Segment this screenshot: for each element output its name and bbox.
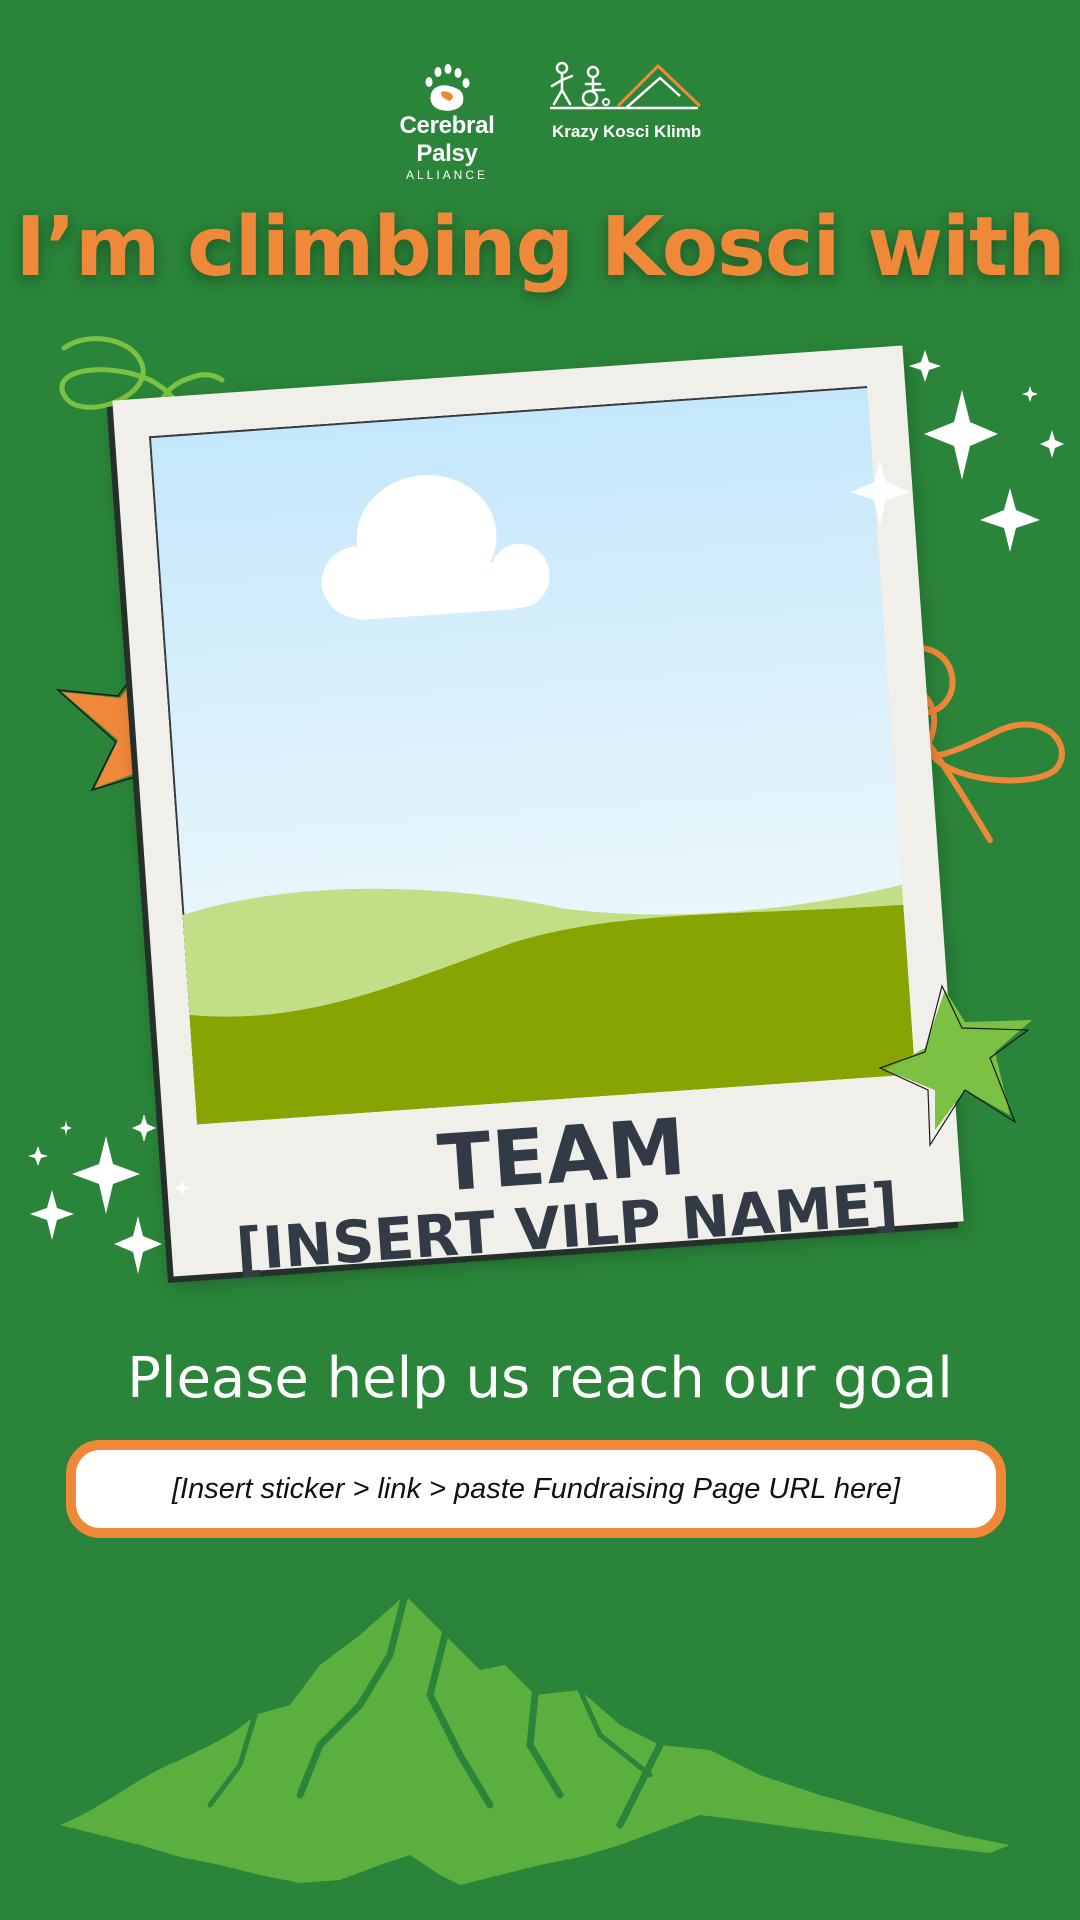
sparkle-icon xyxy=(132,1114,156,1142)
sparkle-icon xyxy=(174,1180,190,1196)
climbers-mountain-logo-icon xyxy=(550,61,702,110)
front-decorations xyxy=(28,350,1064,1274)
sparkle-icon xyxy=(114,1216,162,1274)
cpa-logo-sub: ALLIANCE xyxy=(405,168,489,182)
krazy-kosci-klimb-logo: Krazy Kosci Klimb xyxy=(548,60,708,160)
sparkle-icon xyxy=(1040,430,1064,458)
cerebral-palsy-alliance-logo: Cerebral Palsy ALLIANCE xyxy=(372,62,522,182)
headline: I’m climbing Kosci with xyxy=(15,200,1065,295)
sparkle-icon xyxy=(30,1190,74,1240)
goal-text: Please help us reach our goal xyxy=(127,1346,953,1411)
sparkle-icon xyxy=(28,1146,48,1166)
fundraising-link-placeholder[interactable]: [Insert sticker > link > paste Fundraisi… xyxy=(172,1473,900,1506)
sparkle-icon xyxy=(1022,386,1038,402)
fundraising-link-box[interactable]: [Insert sticker > link > paste Fundraisi… xyxy=(66,1440,1006,1538)
cpa-logo-name: Cerebral Palsy xyxy=(399,112,495,167)
kkk-logo-name: Krazy Kosci Klimb xyxy=(552,122,702,141)
sparkle-icon xyxy=(60,1120,72,1136)
sparkle-icon xyxy=(850,460,910,526)
sparkle-icon xyxy=(980,488,1040,552)
handprint-logo-icon xyxy=(425,64,470,111)
mountain-silhouette-icon xyxy=(60,1595,1010,1885)
sparkle-icon xyxy=(909,350,941,382)
sparkle-icon xyxy=(72,1136,140,1214)
sparkle-icon xyxy=(924,390,998,480)
